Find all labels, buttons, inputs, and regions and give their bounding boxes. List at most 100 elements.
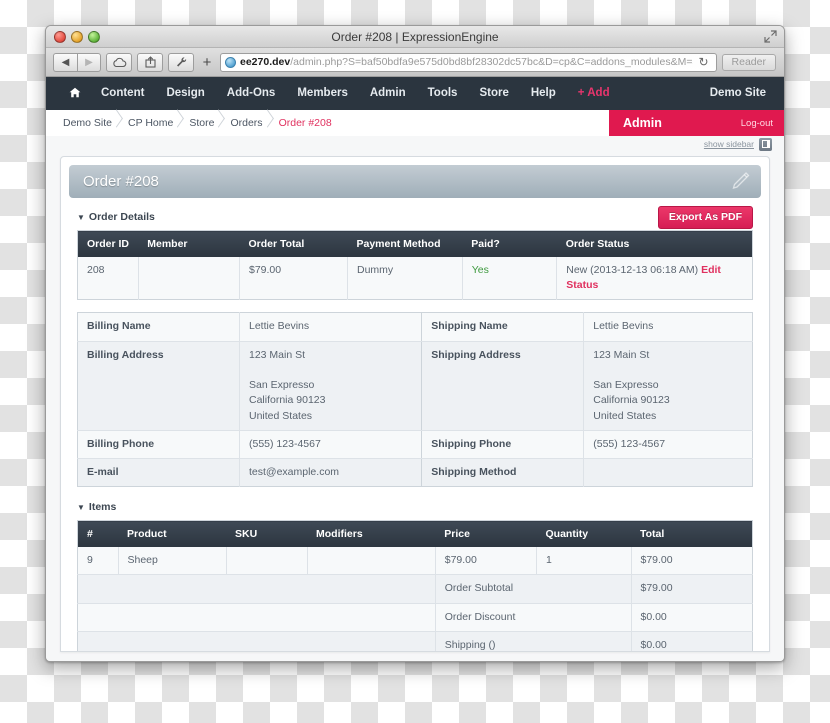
cloud-icon — [112, 57, 127, 68]
column-quantity: Quantity — [537, 521, 632, 548]
label-shipping-address: Shipping Address — [422, 341, 584, 430]
label-email: E-mail — [78, 458, 240, 486]
column-order-total: Order Total — [240, 231, 348, 258]
column-index: # — [78, 521, 119, 548]
summary-value-shipping: $0.00 — [631, 631, 753, 652]
label-billing-phone: Billing Phone — [78, 430, 240, 458]
nav-item-addons[interactable]: Add-Ons — [216, 77, 287, 110]
cell-sku — [226, 547, 307, 575]
back-icon: ◀ — [62, 57, 70, 68]
minimize-button[interactable] — [71, 31, 83, 43]
value-shipping-address: 123 Main St San Expresso California 9012… — [584, 341, 753, 430]
nav-item-home[interactable] — [60, 77, 90, 110]
logout-link[interactable]: Log-out — [741, 118, 773, 129]
nav-item-add[interactable]: + Add — [567, 77, 621, 110]
collapse-caret-icon: ▼ — [77, 213, 85, 222]
breadcrumb-item-current: Order #208 — [276, 110, 345, 136]
summary-label-order-discount: Order Discount — [435, 603, 631, 631]
collapse-caret-icon: ▼ — [77, 503, 85, 512]
nav-item-help[interactable]: Help — [520, 77, 567, 110]
summary-value-order-discount: $0.00 — [631, 603, 753, 631]
cell-spacer — [78, 575, 436, 603]
order-details-section-title[interactable]: ▼ Order Details — [77, 211, 753, 223]
cell-order-total: $79.00 — [240, 257, 348, 300]
icloud-tabs-button[interactable] — [106, 53, 132, 72]
url-domain: ee270.dev — [240, 56, 290, 68]
breadcrumb-item-store[interactable]: Store — [186, 110, 227, 136]
table-row: Billing Name Lettie Bevins Shipping Name… — [78, 313, 753, 341]
browser-toolbar: ◀ ▶ + ee270.dev/admin.ph — [46, 48, 784, 77]
column-sku: SKU — [226, 521, 307, 548]
nav-item-tools[interactable]: Tools — [417, 77, 469, 110]
cell-product: Sheep — [118, 547, 226, 575]
nav-item-members[interactable]: Members — [286, 77, 359, 110]
items-table: # Product SKU Modifiers Price Quantity T… — [77, 520, 753, 652]
panel-header: Order #208 — [69, 165, 761, 198]
window-titlebar: Order #208 | ExpressionEngine — [46, 26, 784, 48]
breadcrumb-item-orders[interactable]: Orders — [227, 110, 275, 136]
value-billing-phone: (555) 123-4567 — [240, 430, 422, 458]
reload-icon[interactable]: ↻ — [693, 55, 713, 69]
cell-order-status: New (2013-12-13 06:18 AM) Edit Status — [557, 257, 753, 300]
address-bar[interactable]: ee270.dev/admin.php?S=baf50bdfa9e575d0bd… — [220, 53, 717, 72]
nav-item-store[interactable]: Store — [468, 77, 519, 110]
forward-button[interactable]: ▶ — [77, 53, 101, 72]
cell-order-id: 208 — [78, 257, 139, 300]
reader-button[interactable]: Reader — [722, 54, 776, 71]
address-table: Billing Name Lettie Bevins Shipping Name… — [77, 312, 753, 487]
fullscreen-icon[interactable] — [764, 30, 777, 43]
cell-member — [138, 257, 239, 300]
table-row: 9 Sheep $79.00 1 $79.00 — [78, 547, 753, 575]
value-billing-name: Lettie Bevins — [240, 313, 422, 341]
label-shipping-method: Shipping Method — [422, 458, 584, 486]
column-order-status: Order Status — [557, 231, 753, 258]
share-icon — [144, 56, 157, 68]
share-button[interactable] — [137, 53, 163, 72]
order-details-label: Order Details — [89, 211, 155, 223]
nav-item-design[interactable]: Design — [155, 77, 215, 110]
url-text: ee270.dev/admin.php?S=baf50bdfa9e575d0bd… — [240, 56, 693, 68]
traffic-lights — [54, 31, 100, 43]
table-row: Order Discount $0.00 — [78, 603, 753, 631]
cell-paid: Yes — [462, 257, 557, 300]
nav-item-admin[interactable]: Admin — [359, 77, 417, 110]
breadcrumb: Demo Site CP Home Store Orders Order #20… — [46, 110, 609, 136]
column-price: Price — [435, 521, 536, 548]
items-label: Items — [89, 501, 116, 513]
nav-item-site[interactable]: Demo Site — [699, 77, 770, 110]
label-billing-address: Billing Address — [78, 341, 240, 430]
summary-label-order-subtotal: Order Subtotal — [435, 575, 631, 603]
main-navigation: Content Design Add-Ons Members Admin Too… — [46, 77, 784, 110]
label-shipping-phone: Shipping Phone — [422, 430, 584, 458]
cell-spacer — [78, 603, 436, 631]
column-order-id: Order ID — [78, 231, 139, 258]
label-shipping-name: Shipping Name — [422, 313, 584, 341]
zoom-button[interactable] — [88, 31, 100, 43]
summary-label-shipping: Shipping () — [435, 631, 631, 652]
plus-icon: + — [203, 54, 212, 71]
window-title: Order #208 | ExpressionEngine — [46, 26, 784, 48]
breadcrumb-item-demo-site[interactable]: Demo Site — [60, 110, 125, 136]
items-section-title[interactable]: ▼ Items — [77, 501, 753, 513]
show-sidebar-link[interactable]: show sidebar — [704, 139, 754, 149]
bookmarks-button[interactable] — [168, 53, 194, 72]
column-product: Product — [118, 521, 226, 548]
home-icon — [69, 87, 81, 98]
cell-payment-method: Dummy — [348, 257, 463, 300]
sidebar-toggle-icon[interactable] — [759, 138, 772, 151]
new-tab-button[interactable]: + — [199, 53, 215, 72]
breadcrumb-item-cp-home[interactable]: CP Home — [125, 110, 186, 136]
export-as-pdf-button[interactable]: Export As PDF — [658, 206, 753, 229]
pencil-icon — [729, 170, 751, 197]
page-content: Content Design Add-Ons Members Admin Too… — [46, 77, 784, 662]
table-header-row: Order ID Member Order Total Payment Meth… — [78, 231, 753, 258]
column-member: Member — [138, 231, 239, 258]
summary-value-order-subtotal: $79.00 — [631, 575, 753, 603]
nav-item-content[interactable]: Content — [90, 77, 155, 110]
column-total: Total — [631, 521, 753, 548]
column-paid: Paid? — [462, 231, 557, 258]
value-shipping-phone: (555) 123-4567 — [584, 430, 753, 458]
back-button[interactable]: ◀ — [53, 53, 77, 72]
close-button[interactable] — [54, 31, 66, 43]
label-billing-name: Billing Name — [78, 313, 240, 341]
